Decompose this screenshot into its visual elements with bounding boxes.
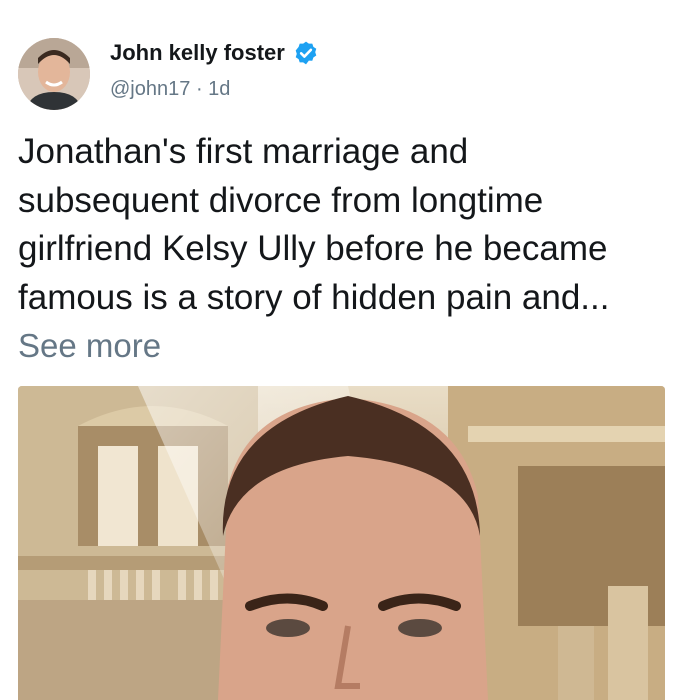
author-meta-row: @john17 · 1d bbox=[110, 78, 230, 101]
tweet-text-line: famous is a story of hidden pain and... bbox=[18, 277, 610, 317]
tweet-header: John kelly foster @john17 · 1d bbox=[18, 38, 678, 110]
avatar-photo-icon bbox=[18, 38, 90, 110]
verified-badge-icon bbox=[293, 40, 319, 66]
tweet-text-line: Jonathan's first marriage and bbox=[18, 132, 469, 171]
tweet-text: Jonathan's first marriage and subsequent… bbox=[18, 128, 683, 322]
author-avatar[interactable] bbox=[18, 38, 90, 110]
selfie-photo-icon bbox=[18, 386, 665, 700]
meta-separator: · bbox=[195, 78, 203, 100]
tweet-text-line: subsequent divorce from longtime bbox=[18, 180, 544, 220]
tweet-media-photo[interactable] bbox=[18, 386, 665, 700]
tweet-timestamp[interactable]: 1d bbox=[208, 78, 230, 101]
author-name-row: John kelly foster bbox=[110, 40, 319, 66]
author-handle[interactable]: @john17 bbox=[110, 78, 190, 101]
author-display-name[interactable]: John kelly foster bbox=[110, 40, 285, 66]
see-more-link[interactable]: See more bbox=[18, 327, 161, 365]
tweet-text-line: girlfriend Kelsy Ully before he became bbox=[18, 229, 608, 268]
